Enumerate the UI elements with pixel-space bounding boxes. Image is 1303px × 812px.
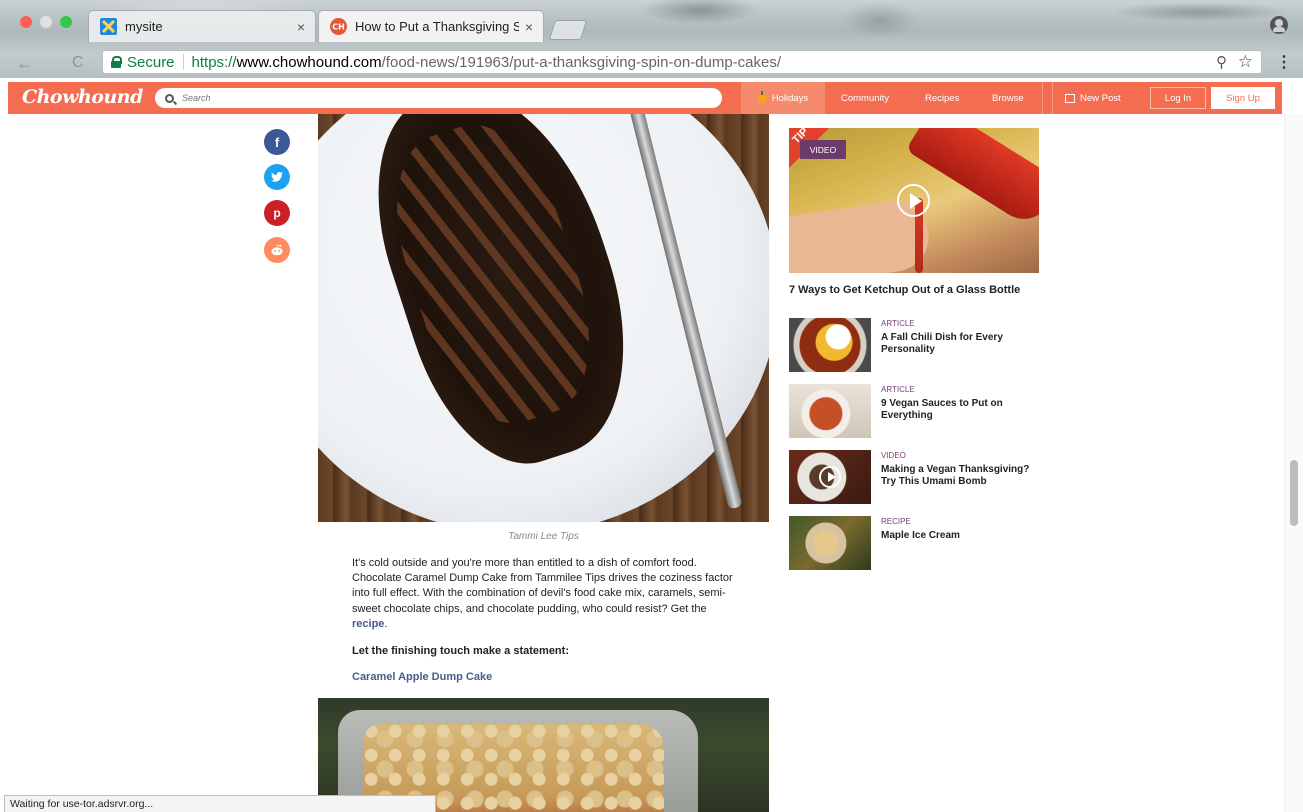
sidebar-item-type: VIDEO: [881, 451, 906, 460]
sidebar-item-type: ARTICLE: [881, 385, 915, 394]
sidebar-item-type: ARTICLE: [881, 319, 915, 328]
site-header: Chowhound Holidays Community Recipes Bro…: [8, 82, 1282, 114]
url-scheme: https://: [191, 53, 237, 71]
sidebar-item-type: RECIPE: [881, 517, 911, 526]
article-hero-image: [318, 114, 769, 522]
featured-video-title[interactable]: 7 Ways to Get Ketchup Out of a Glass Bot…: [789, 284, 1020, 296]
caramel-apple-link[interactable]: Caramel Apple Dump Cake: [352, 671, 492, 683]
sidebar-item-thumbnail[interactable]: [789, 450, 871, 504]
zoom-icon[interactable]: ⚲: [1216, 53, 1227, 71]
page-scrollbar[interactable]: [1284, 114, 1303, 812]
sidebar-item-title[interactable]: 9 Vegan Sauces to Put on Everything: [881, 398, 1041, 423]
new-post-button[interactable]: New Post: [1052, 82, 1145, 114]
minimize-window-button[interactable]: [40, 16, 52, 28]
close-tab-icon[interactable]: ×: [525, 19, 533, 35]
play-icon[interactable]: [897, 184, 930, 217]
signup-button[interactable]: Sign Up: [1211, 87, 1275, 109]
bookmark-star-icon[interactable]: ☆: [1238, 52, 1253, 72]
sidebar-item[interactable]: ARTICLE 9 Vegan Sauces to Put on Everyth…: [789, 384, 1049, 438]
back-arrow-icon[interactable]: ←: [16, 53, 34, 74]
url-path: /food-news/191963/put-a-thanksgiving-spi…: [381, 53, 782, 71]
article-text: It's cold outside and you're more than e…: [352, 557, 733, 615]
pinterest-share-icon[interactable]: p: [264, 200, 290, 226]
article-paragraph: It's cold outside and you're more than e…: [352, 556, 744, 632]
tab-title: mysite: [125, 19, 163, 34]
sidebar-item-title[interactable]: Making a Vegan Thanksgiving? Try This Um…: [881, 464, 1041, 489]
login-button[interactable]: Log In: [1150, 87, 1206, 109]
lock-icon: [111, 56, 122, 68]
section-statement: Let the finishing touch make a statement…: [352, 645, 569, 657]
url-host: www.chowhound.com: [236, 53, 382, 71]
edit-icon: [1065, 93, 1075, 103]
browser-titlebar: mysite × CH How to Put a Thanksgiving Sp…: [0, 0, 1303, 78]
omnibox-divider: [182, 54, 184, 70]
tab-chowhound[interactable]: CH How to Put a Thanksgiving Spi ×: [318, 10, 544, 42]
secure-label: Secure: [127, 53, 175, 71]
maximize-window-button[interactable]: [60, 16, 72, 28]
play-icon[interactable]: [819, 466, 841, 488]
tab-title: How to Put a Thanksgiving Spi: [355, 19, 519, 34]
reload-icon[interactable]: C: [72, 54, 84, 72]
address-bar[interactable]: Secure https:// www.chowhound.com /food-…: [102, 50, 1262, 74]
chowhound-favicon-icon: CH: [329, 18, 347, 36]
recipe-link[interactable]: recipe: [352, 618, 384, 630]
nav-community[interactable]: Community: [841, 82, 889, 114]
close-window-button[interactable]: [20, 16, 32, 28]
mysite-favicon-icon: [99, 18, 117, 36]
ketchup-bottle-shape: [905, 128, 1039, 230]
new-tab-button[interactable]: [548, 20, 588, 40]
sidebar-item[interactable]: ARTICLE A Fall Chili Dish for Every Pers…: [789, 318, 1049, 372]
profile-icon[interactable]: [1270, 16, 1288, 34]
sidebar-item-title[interactable]: Maple Ice Cream: [881, 530, 1041, 542]
browser-menu-icon[interactable]: ⋮: [1276, 52, 1292, 72]
twitter-share-icon[interactable]: [264, 164, 290, 190]
site-logo[interactable]: Chowhound: [22, 86, 143, 108]
close-tab-icon[interactable]: ×: [297, 19, 305, 35]
tab-mysite[interactable]: mysite ×: [88, 10, 316, 42]
new-post-label: New Post: [1080, 92, 1121, 104]
nav-holidays[interactable]: Holidays: [741, 82, 825, 114]
search-input[interactable]: [182, 93, 682, 103]
sidebar-item-thumbnail[interactable]: [789, 318, 871, 372]
sidebar-item[interactable]: VIDEO Making a Vegan Thanksgiving? Try T…: [789, 450, 1049, 504]
nav-holidays-label: Holidays: [771, 92, 809, 104]
reddit-share-icon[interactable]: [264, 237, 290, 263]
sidebar-item-title[interactable]: A Fall Chili Dish for Every Personality: [881, 332, 1041, 357]
pumpkin-icon: [757, 90, 767, 103]
browser-status-bar: Waiting for use-tor.adsrvr.org...: [4, 795, 436, 812]
sidebar-item-thumbnail[interactable]: [789, 516, 871, 570]
svg-text:CH: CH: [332, 23, 345, 32]
image-credit: Tammi Lee Tips: [508, 531, 579, 542]
article-period: .: [384, 617, 388, 630]
video-badge: VIDEO: [800, 140, 846, 159]
scrollbar-thumb[interactable]: [1290, 460, 1298, 526]
nav-recipes[interactable]: Recipes: [925, 82, 959, 114]
site-search-bar[interactable]: [155, 88, 722, 108]
sidebar-item[interactable]: RECIPE Maple Ice Cream: [789, 516, 1049, 570]
nav-browse[interactable]: Browse: [992, 82, 1024, 114]
facebook-share-icon[interactable]: f: [264, 129, 290, 155]
header-divider: [1042, 82, 1043, 114]
search-icon: [165, 93, 174, 103]
sidebar-item-thumbnail[interactable]: [789, 384, 871, 438]
